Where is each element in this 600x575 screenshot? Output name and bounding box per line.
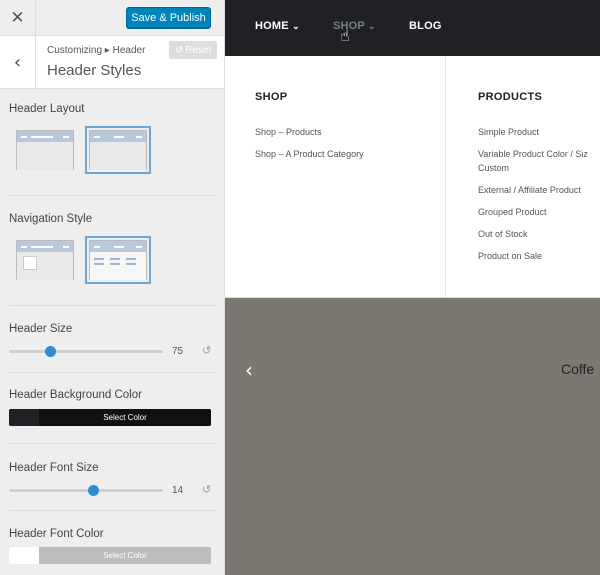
thumb-dot [21,246,27,248]
customizer-topbar: ✕ Save & Publish [0,0,224,36]
thumb-bar [90,131,146,142]
menu-link[interactable]: Simple Product [478,126,539,138]
color-swatch [9,409,39,426]
thumb-dot [31,136,53,138]
divider [9,372,216,373]
thumb-bar [17,131,73,142]
thumb-dot [136,246,142,248]
thumb-dot [114,136,124,138]
divider [9,510,216,511]
header-font-size-value: 14 [172,485,184,496]
header-font-size-reset-icon[interactable]: ↺ [202,483,211,496]
header-size-reset-icon[interactable]: ↺ [202,344,211,357]
thumb-bar [90,241,146,252]
header-font-size-label: Header Font Size [9,462,99,474]
nav-label: HOME [255,20,289,32]
thumb-dot [110,258,120,260]
thumb-dot [114,246,124,248]
header-font-color-label: Header Font Color [9,528,104,540]
divider [9,305,216,306]
header-font-size-slider[interactable] [9,489,163,492]
navigation-style-option-2[interactable] [85,236,151,284]
chevron-down-icon: ⌄ [292,21,300,31]
close-icon[interactable]: ✕ [0,0,36,35]
column-divider [445,56,446,297]
thumb-body [17,142,73,170]
reset-icon: ↺ [174,44,184,56]
select-color-label: Select Color [39,409,211,426]
thumb-dot [110,263,120,265]
megamenu-preview [90,252,146,280]
thumb-dot [94,258,104,260]
save-publish-button[interactable]: Save & Publish [126,7,211,28]
chevron-left-icon[interactable]: ‹ [245,358,253,382]
header-layout-option-1[interactable] [16,130,74,170]
menu-link[interactable]: Grouped Product [478,206,547,218]
thumb-dot [126,263,136,265]
page-title: Header Styles [47,62,142,79]
reset-button[interactable]: ↺ Reset [169,41,217,59]
header-bg-color-label: Header Background Color [9,389,142,401]
thumb-bar [17,241,73,252]
mega-heading-shop: SHOP [255,91,288,103]
header-layout-option-2[interactable] [85,126,151,174]
navigation-style-option-1[interactable] [16,240,74,280]
header-bg-color-button[interactable]: Select Color [9,409,211,426]
menu-link[interactable]: Shop – A Product Category [255,148,364,160]
header-layout-label: Header Layout [9,103,85,115]
header-size-value: 75 [172,346,184,357]
thumb-dot [94,246,100,248]
menu-link[interactable]: Shop – Products [255,126,322,138]
thumb-body [17,252,73,280]
hero-slider: ‹ Coffe [225,298,600,575]
dropdown-preview [23,256,37,270]
header-size-slider[interactable] [9,350,163,353]
header-font-color-button[interactable]: Select Color [9,547,211,564]
divider [9,443,216,444]
header-size-label: Header Size [9,323,73,335]
mega-heading-products: PRODUCTS [478,91,543,103]
thumb-dot [136,136,142,138]
mega-menu: SHOP Shop – Products Shop – A Product Ca… [225,56,600,298]
menu-link[interactable]: Product on Sale [478,250,542,262]
nav-item-home[interactable]: HOME ⌄ [255,20,300,32]
thumb-body [90,142,146,170]
menu-link[interactable]: Out of Stock [478,228,528,240]
hand-cursor-icon: ☝ [340,26,350,45]
nav-item-blog[interactable]: BLOG [409,20,442,32]
menu-link[interactable]: Custom [478,162,509,174]
chevron-down-icon: ⌄ [368,21,376,31]
thumb-dot [94,263,104,265]
breadcrumb: Customizing ▸ Header [47,45,146,56]
site-header: HOME ⌄ SHOP ⌄ BLOG [225,0,600,56]
thumb-dot [31,246,53,248]
menu-link[interactable]: Variable Product Color / Siz [478,148,588,160]
header-font-size-slider-handle[interactable] [88,485,100,496]
select-color-label: Select Color [103,551,147,560]
thumb-dot [63,136,69,138]
header-size-slider-handle[interactable] [45,346,57,357]
menu-link[interactable]: External / Affiliate Product [478,184,581,196]
customizer-sidebar: ✕ Save & Publish ‹ Customizing ▸ Header … [0,0,225,575]
thumb-dot [126,258,136,260]
slide-title: Coffe [561,361,595,377]
section-header: ‹ Customizing ▸ Header Header Styles ↺ R… [0,36,224,89]
thumb-dot [21,136,27,138]
back-icon[interactable]: ‹ [0,36,36,88]
divider [9,195,216,196]
reset-label: Reset [185,44,212,56]
navigation-style-label: Navigation Style [9,213,93,225]
color-swatch [9,547,39,564]
thumb-dot [63,246,69,248]
thumb-dot [94,136,100,138]
